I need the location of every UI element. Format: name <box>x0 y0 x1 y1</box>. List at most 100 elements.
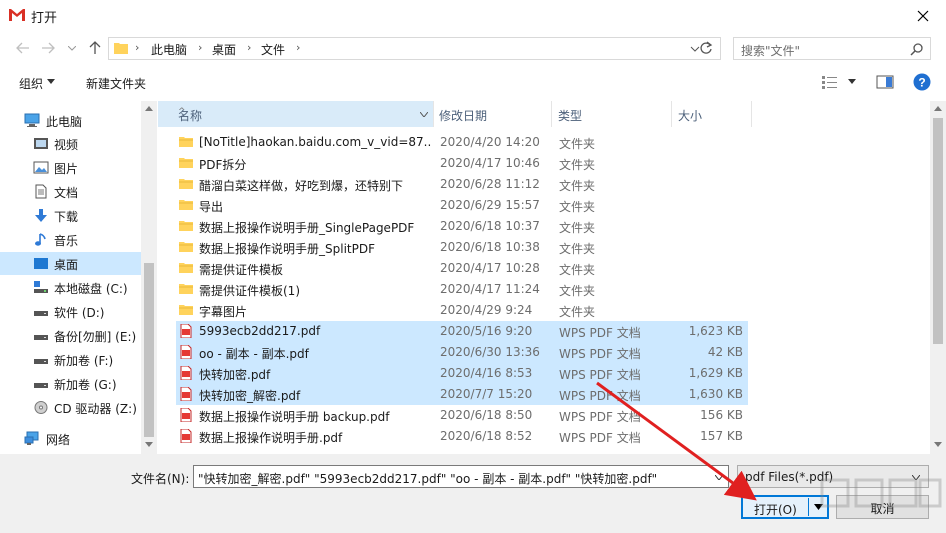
organize-menu[interactable]: 组织 <box>19 75 43 92</box>
drive-icon <box>34 311 48 316</box>
file-row[interactable]: 数据上报操作说明手册_SinglePagePDF 2020/6/18 10:37 文… <box>176 216 748 237</box>
chevron-down-icon[interactable] <box>848 79 856 84</box>
file-row[interactable]: 醋溜白菜这样做，好吃到爆，还特别下 2020/6/28 11:12 文件夹 <box>176 174 748 195</box>
drive-icon <box>34 383 48 388</box>
nav-item-drive-e[interactable]: 备份[勿删] (E:) <box>0 324 141 347</box>
breadcrumb-desktop[interactable]: 桌面 <box>212 41 236 58</box>
file-row[interactable]: 数据上报操作说明手册 backup.pdf 2020/6/18 8:50 WPS P… <box>176 405 748 426</box>
drive-icon <box>34 335 48 340</box>
folder-icon <box>179 263 193 273</box>
recent-locations-button[interactable] <box>62 38 82 58</box>
chevron-up-icon[interactable] <box>934 106 942 111</box>
file-row[interactable]: 数据上报操作说明手册_SplitPDF 2020/6/18 10:38 文件夹 <box>176 237 748 258</box>
file-row[interactable]: 导出 2020/6/29 15:57 文件夹 <box>176 195 748 216</box>
file-row[interactable]: 需提供证件模板 2020/4/17 10:28 文件夹 <box>176 258 748 279</box>
pdf-file-icon <box>180 408 192 422</box>
file-row[interactable]: 5993ecb2dd217.pdf 2020/5/16 9:20 WPS PDF 文… <box>176 321 748 342</box>
search-input[interactable]: 搜索"文件" <box>733 37 931 60</box>
chevron-down-icon[interactable] <box>145 442 153 447</box>
file-name: 字幕图片 <box>199 305 248 319</box>
nav-item-drive-c[interactable]: 本地磁盘 (C:) <box>0 276 141 299</box>
chevron-down-icon[interactable] <box>934 442 942 447</box>
watermark-logo <box>820 478 942 508</box>
breadcrumb-files[interactable]: 文件 <box>261 41 285 58</box>
close-button[interactable] <box>900 0 946 31</box>
preview-pane-icon[interactable] <box>876 74 894 90</box>
nav-item-drive-d[interactable]: 软件 (D:) <box>0 300 141 323</box>
nav-item-videos[interactable]: 视频 <box>0 132 141 155</box>
chevron-down-icon[interactable] <box>715 475 723 480</box>
nav-item-this-pc[interactable]: 此电脑 <box>0 109 141 132</box>
nav-item-music[interactable]: 音乐 <box>0 228 141 251</box>
folder-icon <box>179 242 193 252</box>
help-icon[interactable]: ? <box>913 73 931 91</box>
nav-item-documents[interactable]: 文档 <box>0 180 141 203</box>
dialog-footer: 文件名(N): "快转加密_解密.pdf" "5993ecb2dd217.pdf… <box>0 454 946 533</box>
back-button[interactable] <box>13 38 33 58</box>
view-options-icon[interactable] <box>821 74 839 90</box>
file-list-scrollbar[interactable] <box>930 101 946 454</box>
address-bar[interactable]: › 此电脑 › 桌面 › 文件 › <box>108 37 721 60</box>
breadcrumb-separator: › <box>135 41 140 54</box>
folder-icon <box>179 305 193 315</box>
network-icon <box>24 431 39 445</box>
video-icon <box>34 138 48 149</box>
file-row[interactable]: 需提供证件模板(1) 2020/4/17 11:24 文件夹 <box>176 279 748 300</box>
window-title: 打开 <box>31 11 58 26</box>
folder-icon <box>179 179 193 189</box>
nav-item-label: 音乐 <box>54 234 79 248</box>
file-name: 需提供证件模板 <box>199 263 284 277</box>
file-date: 2020/4/17 10:46 <box>440 156 540 170</box>
file-name: 数据上报操作说明手册 backup.pdf <box>199 410 390 424</box>
file-date: 2020/4/16 8:53 <box>440 366 533 380</box>
nav-item-downloads[interactable]: 下载 <box>0 204 141 227</box>
pdf-file-icon <box>180 324 192 338</box>
forward-button[interactable] <box>38 38 58 58</box>
svg-text:?: ? <box>918 76 925 90</box>
up-button[interactable] <box>85 38 105 58</box>
file-date: 2020/6/18 10:37 <box>440 219 540 233</box>
column-header-name[interactable]: 名称 ^ <box>158 101 433 127</box>
file-row[interactable]: 快转加密_解密.pdf 2020/7/7 15:20 WPS PDF 文档 1,630… <box>176 384 748 405</box>
file-name: 需提供证件模板(1) <box>199 284 300 298</box>
file-row[interactable]: oo - 副本 - 副本.pdf 2020/6/30 13:36 WPS PDF 文… <box>176 342 748 363</box>
nav-item-pictures[interactable]: 图片 <box>0 156 141 179</box>
file-type: 文件夹 <box>559 242 596 256</box>
file-type: WPS PDF 文档 <box>559 389 641 403</box>
nav-item-desktop[interactable]: 桌面 <box>0 252 141 275</box>
nav-scrollbar[interactable] <box>141 101 157 454</box>
pictures-icon <box>33 161 49 174</box>
file-row[interactable]: 字幕图片 2020/4/29 9:24 文件夹 <box>176 300 748 321</box>
file-row[interactable]: 数据上报操作说明手册.pdf 2020/6/18 8:52 WPS PDF 文档 15… <box>176 426 748 447</box>
file-row[interactable]: 快转加密.pdf 2020/4/16 8:53 WPS PDF 文档 1,629 KB <box>176 363 748 384</box>
column-header-size[interactable]: 大小 <box>671 101 751 127</box>
filename-input[interactable]: "快转加密_解密.pdf" "5993ecb2dd217.pdf" "oo - … <box>193 465 729 488</box>
refresh-button[interactable] <box>696 38 716 58</box>
file-row[interactable]: [NoTitle]haokan.baidu.com_v_vid=87... 202… <box>176 132 748 153</box>
file-type: WPS PDF 文档 <box>559 368 641 382</box>
column-header-date[interactable]: 修改日期 <box>433 101 551 127</box>
file-type: WPS PDF 文档 <box>559 326 641 340</box>
file-name: PDF拆分 <box>199 158 247 172</box>
breadcrumb-this-pc[interactable]: 此电脑 <box>151 41 187 58</box>
file-type: WPS PDF 文档 <box>559 347 641 361</box>
file-date: 2020/4/29 9:24 <box>440 303 533 317</box>
breadcrumb-separator: › <box>247 41 252 54</box>
chevron-up-icon[interactable] <box>145 106 153 111</box>
split-divider <box>808 498 809 516</box>
pdf-file-icon <box>180 366 192 380</box>
nav-item-drive-f[interactable]: 新加卷 (F:) <box>0 348 141 371</box>
chevron-down-icon <box>68 45 76 51</box>
file-list-scrollbar-thumb[interactable] <box>933 118 943 344</box>
nav-item-drive-z[interactable]: CD 驱动器 (Z:) <box>0 396 141 419</box>
nav-item-drive-g[interactable]: 新加卷 (G:) <box>0 372 141 395</box>
close-icon <box>917 10 929 21</box>
chevron-down-icon[interactable] <box>420 112 428 117</box>
file-row[interactable]: PDF拆分 2020/4/17 10:46 文件夹 <box>176 153 748 174</box>
nav-scrollbar-thumb[interactable] <box>144 263 154 437</box>
nav-item-network[interactable]: 网络 <box>0 427 141 450</box>
column-header-type[interactable]: 类型 <box>551 101 671 127</box>
new-folder-button[interactable]: 新建文件夹 <box>86 75 146 92</box>
download-icon <box>35 209 47 222</box>
column-divider[interactable] <box>751 101 752 127</box>
